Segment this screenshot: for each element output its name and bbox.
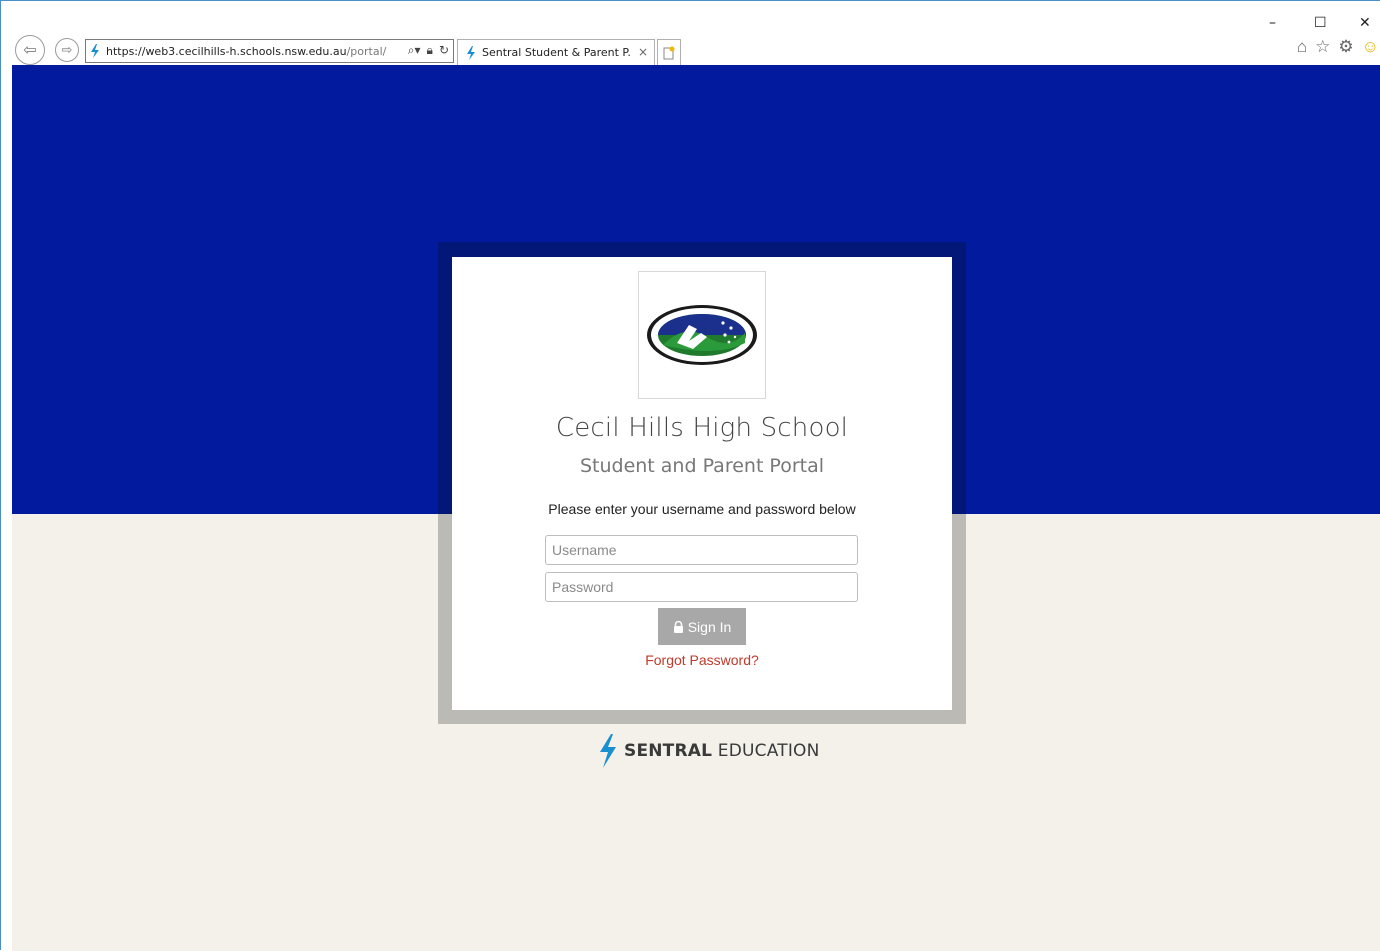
back-arrow-icon[interactable]: ⇦ xyxy=(15,35,45,65)
school-name: Cecil Hills High School xyxy=(555,413,849,443)
padlock-icon xyxy=(673,620,683,633)
brand-rest-text: EDUCATION xyxy=(717,741,820,761)
address-bar[interactable]: https://web3.cecilhills-h.schools.nsw.ed… xyxy=(85,39,454,63)
maximize-button[interactable]: ☐ xyxy=(1314,15,1327,31)
forgot-password-link[interactable]: Forgot Password? xyxy=(452,652,952,668)
page-content: Cecil Hills High School Student and Pare… xyxy=(12,65,1380,951)
address-tools: ⌕▾ 🔒︎ ↻ xyxy=(408,43,449,58)
sign-in-label: Sign In xyxy=(687,618,732,635)
sentral-brand: SENTRAL EDUCATION xyxy=(598,734,820,768)
search-icon[interactable]: ⌕▾ xyxy=(408,43,421,58)
feedback-smiley-icon[interactable]: ☺ xyxy=(1362,37,1379,57)
login-card: Cecil Hills High School Student and Pare… xyxy=(452,257,952,710)
address-path: /portal/ xyxy=(346,44,387,58)
refresh-icon[interactable]: ↻ xyxy=(439,43,449,58)
login-instructions: Please enter your username and password … xyxy=(548,501,856,517)
sentral-favicon xyxy=(467,45,475,60)
tab-title: Sentral Student & Parent P... xyxy=(482,46,632,59)
forward-arrow-icon[interactable]: ⇨ xyxy=(55,38,79,62)
username-field[interactable] xyxy=(545,535,858,565)
close-icon[interactable]: × xyxy=(638,45,648,59)
lock-icon[interactable]: 🔒︎ xyxy=(427,43,433,58)
browser-chrome: ⇦ ⇨ https://web3.cecilhills-h.schools.ns… xyxy=(1,1,1380,65)
address-domain: web3.cecilhills-h.schools.nsw.edu.au xyxy=(145,44,347,58)
school-crest-icon xyxy=(647,305,757,365)
sign-in-button[interactable]: Sign In xyxy=(658,608,746,645)
new-tab-icon[interactable] xyxy=(657,39,681,65)
browser-tools: ⌂ ☆ ⚙ ☺ xyxy=(1297,37,1379,57)
password-field[interactable] xyxy=(545,572,858,602)
portal-name: Student and Parent Portal xyxy=(579,455,825,477)
sentral-logo-icon xyxy=(600,734,616,768)
favorites-star-icon[interactable]: ☆ xyxy=(1315,37,1330,57)
minimize-button[interactable]: – xyxy=(1269,15,1276,31)
settings-gear-icon[interactable]: ⚙ xyxy=(1338,37,1353,57)
school-logo xyxy=(638,271,766,399)
brand-bold-text: SENTRAL xyxy=(624,741,713,761)
browser-window: ⇦ ⇨ https://web3.cecilhills-h.schools.ns… xyxy=(0,0,1380,951)
address-scheme: https:// xyxy=(106,44,146,58)
window-close-button[interactable]: ✕ xyxy=(1359,15,1371,31)
tab-active[interactable]: Sentral Student & Parent P... × xyxy=(457,39,655,65)
sentral-favicon xyxy=(91,44,99,58)
home-icon[interactable]: ⌂ xyxy=(1297,37,1307,57)
